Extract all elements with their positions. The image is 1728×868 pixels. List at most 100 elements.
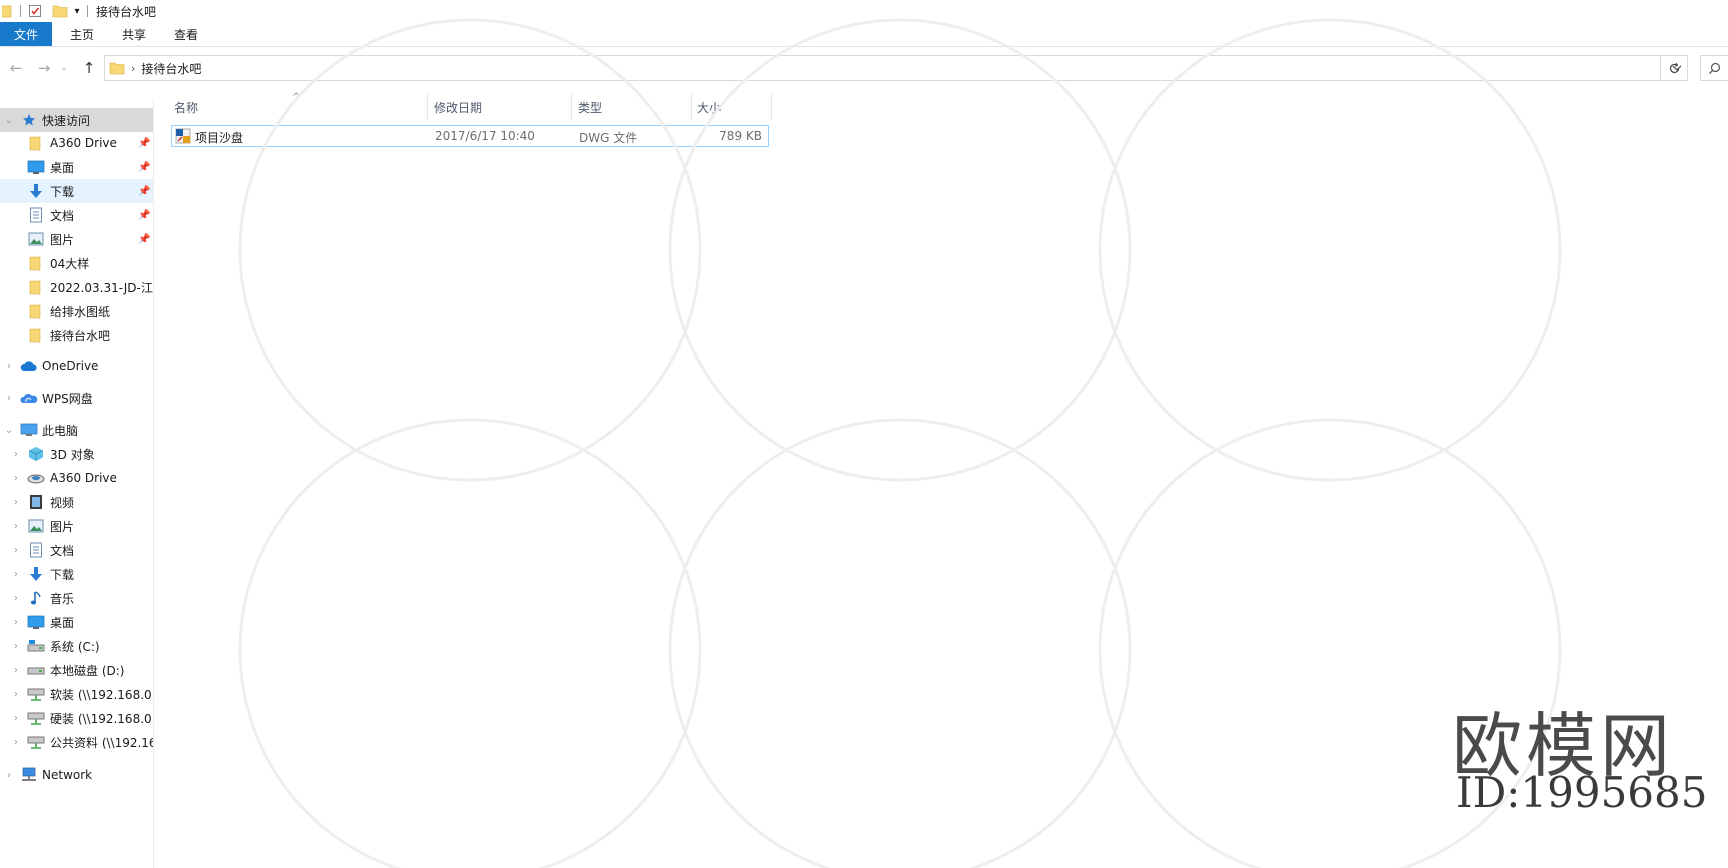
search-icon — [1709, 62, 1721, 74]
refresh-button[interactable] — [1660, 55, 1688, 81]
sidebar-item-reception-bar[interactable]: 接待台水吧 — [0, 323, 153, 347]
recent-locations-button[interactable]: ⌄ — [58, 58, 70, 78]
new-folder-icon[interactable] — [49, 0, 71, 22]
chevron-right-icon[interactable]: › — [10, 449, 22, 460]
tab-view[interactable]: 查看 — [160, 22, 212, 46]
sidebar-item-quick-access[interactable]: ⌄ 快速访问 — [0, 108, 153, 132]
refresh-icon — [1669, 62, 1679, 73]
back-button[interactable]: ← — [6, 58, 26, 78]
folder-icon — [27, 254, 45, 272]
folder-icon — [27, 302, 45, 320]
sidebar-item-pictures-pc[interactable]: › 图片 — [0, 514, 153, 538]
onedrive-icon — [20, 357, 38, 375]
chevron-right-icon[interactable]: › — [10, 689, 22, 700]
column-header-type[interactable]: 类型 — [572, 94, 692, 120]
document-icon — [27, 206, 45, 224]
arrow-left-icon: ← — [9, 59, 23, 77]
download-icon — [27, 182, 45, 200]
drive-icon — [27, 637, 45, 655]
forward-button[interactable]: → — [34, 58, 54, 78]
sidebar-item-desktop[interactable]: 桌面 📌 — [0, 155, 153, 179]
sidebar-item-documents-pc[interactable]: › 文档 — [0, 538, 153, 562]
chevron-right-icon[interactable]: › — [3, 361, 15, 372]
chevron-right-icon[interactable]: › — [10, 473, 22, 484]
sidebar-item-network[interactable]: › Network — [0, 763, 153, 787]
tab-home[interactable]: 主页 — [56, 22, 108, 46]
pin-icon[interactable]: 📌 — [138, 138, 150, 149]
customize-toolbar-icon[interactable]: ▾ — [71, 0, 83, 22]
sidebar-item-drive-d[interactable]: › 本地磁盘 (D:) — [0, 658, 153, 682]
wps-cloud-icon — [20, 389, 38, 407]
sidebar-item-desktop-pc[interactable]: › 桌面 — [0, 610, 153, 634]
arrow-right-icon: → — [37, 59, 51, 77]
sidebar-item-onedrive[interactable]: › OneDrive — [0, 354, 153, 378]
3d-objects-icon — [27, 445, 45, 463]
drive-icon — [27, 661, 45, 679]
chevron-right-icon[interactable]: › — [3, 770, 15, 781]
column-header-date[interactable]: 修改日期 — [428, 94, 572, 120]
pin-icon[interactable]: 📌 — [138, 186, 150, 197]
chevron-right-icon[interactable]: › — [10, 665, 22, 676]
column-header-size[interactable]: 大小 — [692, 94, 772, 120]
breadcrumb-separator-icon[interactable]: › — [131, 62, 135, 75]
file-type: DWG 文件 — [579, 131, 638, 145]
sidebar-item-plumbing-drawings[interactable]: 给排水图纸 — [0, 299, 153, 323]
pin-icon[interactable]: 📌 — [138, 162, 150, 173]
dwg-file-icon — [175, 128, 191, 144]
search-box[interactable] — [1700, 55, 1728, 81]
tab-file[interactable]: 文件 — [0, 22, 52, 46]
sidebar-item-network-drive-harddeco[interactable]: › 硬装 (\\192.168.0.1 — [0, 706, 153, 730]
sidebar-item-network-drive-softdeco[interactable]: › 软装 (\\192.168.0.1 — [0, 682, 153, 706]
sidebar-item-this-pc[interactable]: ⌄ 此电脑 — [0, 418, 153, 442]
chevron-right-icon[interactable]: › — [10, 641, 22, 652]
folder-icon — [27, 134, 45, 152]
file-date: 2017/6/17 10:40 — [435, 129, 535, 143]
ribbon-tabs: 文件 主页 共享 查看 — [0, 22, 1728, 47]
column-header-name[interactable]: ^ 名称 — [170, 92, 428, 120]
separator — [87, 5, 88, 17]
chevron-right-icon[interactable]: › — [10, 545, 22, 556]
sidebar-item-folder-04[interactable]: 04大样 — [0, 251, 153, 275]
chevron-right-icon[interactable]: › — [10, 617, 22, 628]
chevron-right-icon[interactable]: › — [10, 569, 22, 580]
separator — [20, 5, 21, 17]
watermark-id: ID:1995685 — [1456, 768, 1708, 817]
sort-ascending-icon: ^ — [292, 92, 301, 103]
pin-icon[interactable]: 📌 — [138, 234, 150, 245]
column-headers: ^ 名称 修改日期 类型 大小 — [170, 92, 772, 120]
chevron-right-icon[interactable]: › — [10, 593, 22, 604]
sidebar-item-documents[interactable]: 文档 📌 — [0, 203, 153, 227]
file-row[interactable]: 项目沙盘 2017/6/17 10:40 DWG 文件 789 KB — [171, 125, 769, 147]
sidebar-item-videos[interactable]: › 视频 — [0, 490, 153, 514]
chevron-right-icon[interactable]: › — [10, 521, 22, 532]
sidebar-item-network-drive-public[interactable]: › 公共资料 (\\192.16 — [0, 730, 153, 754]
breadcrumb-current[interactable]: 接待台水吧 — [141, 60, 201, 77]
computer-icon — [20, 421, 38, 439]
pin-icon[interactable]: 📌 — [138, 210, 150, 221]
chevron-down-icon[interactable]: ⌄ — [3, 115, 15, 126]
picture-icon — [27, 517, 45, 535]
star-icon — [20, 111, 38, 129]
network-drive-icon — [27, 685, 45, 703]
chevron-down-icon[interactable]: ⌄ — [3, 425, 15, 436]
sidebar-item-drive-c[interactable]: › 系统 (C:) — [0, 634, 153, 658]
picture-icon — [27, 230, 45, 248]
sidebar-item-3d-objects[interactable]: › 3D 对象 — [0, 442, 153, 466]
up-button[interactable]: ↑ — [79, 58, 99, 78]
properties-icon[interactable] — [27, 0, 43, 22]
sidebar-item-music[interactable]: › 音乐 — [0, 586, 153, 610]
sidebar-item-wps-cloud[interactable]: › WPS网盘 — [0, 386, 153, 410]
chevron-right-icon[interactable]: › — [10, 713, 22, 724]
sidebar-item-a360-drive-pc[interactable]: › A360 Drive — [0, 466, 153, 490]
sidebar-item-a360-drive[interactable]: A360 Drive 📌 — [0, 131, 153, 155]
sidebar-item-folder-2022[interactable]: 2022.03.31-JD-江西 — [0, 275, 153, 299]
tab-share[interactable]: 共享 — [108, 22, 160, 46]
chevron-right-icon[interactable]: › — [10, 737, 22, 748]
chevron-right-icon[interactable]: › — [3, 393, 15, 404]
desktop-icon — [27, 158, 45, 176]
sidebar-item-downloads-pc[interactable]: › 下载 — [0, 562, 153, 586]
sidebar-item-downloads[interactable]: 下载 📌 — [0, 179, 153, 203]
sidebar-item-pictures[interactable]: 图片 📌 — [0, 227, 153, 251]
address-bar[interactable]: › 接待台水吧 — [104, 55, 1688, 81]
chevron-right-icon[interactable]: › — [10, 497, 22, 508]
